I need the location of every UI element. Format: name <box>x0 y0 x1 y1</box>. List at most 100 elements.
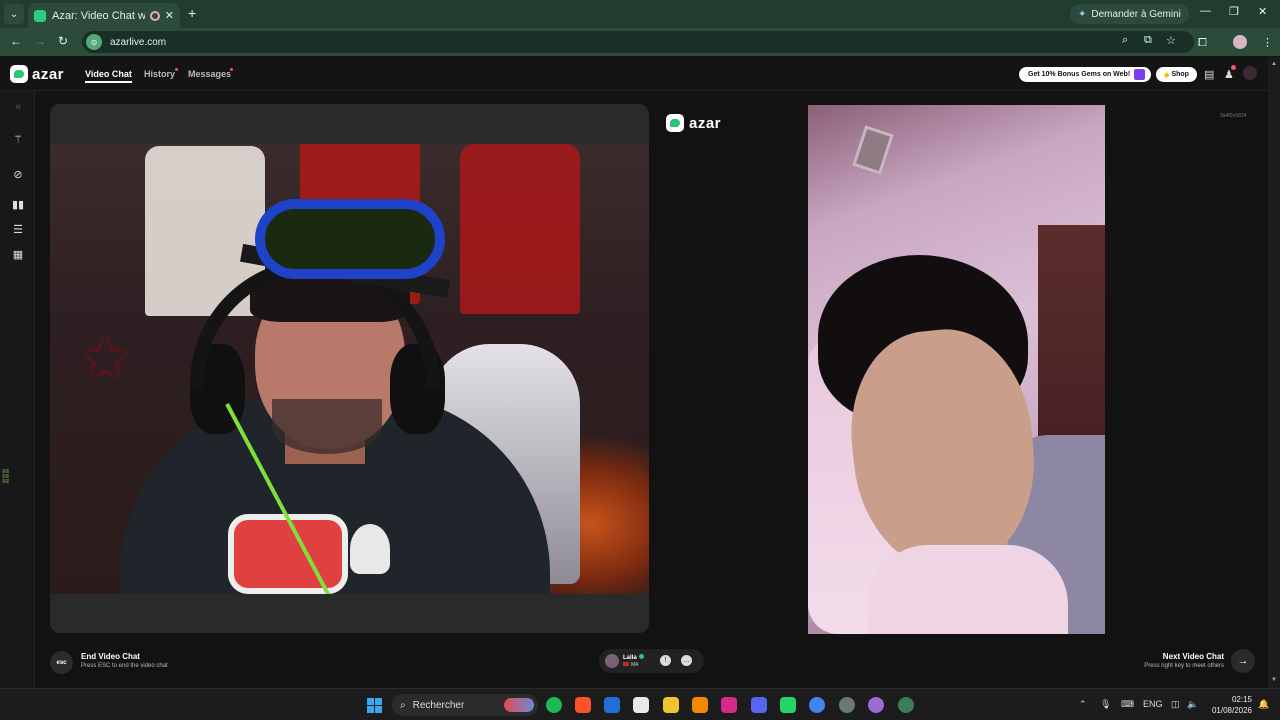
layout-grid-icon[interactable]: ▦ <box>11 248 25 261</box>
browser-menu-icon[interactable]: ⋮ <box>1262 36 1273 49</box>
expand-sidebar-icon[interactable]: » <box>11 101 25 113</box>
store-icon[interactable] <box>633 697 649 713</box>
spotify-icon[interactable] <box>546 697 562 713</box>
layout-side-by-side-icon[interactable]: ▮▮ <box>11 198 25 211</box>
user-avatar[interactable] <box>1243 66 1257 80</box>
microphone-icon[interactable]: 🎙 <box>1100 699 1111 710</box>
end-chat-title: End Video Chat <box>81 652 140 661</box>
defender-icon[interactable] <box>604 697 620 713</box>
nav-video-chat[interactable]: Video Chat <box>85 69 132 83</box>
layout-stacked-icon[interactable]: ☰ <box>11 223 25 236</box>
cast-icon[interactable]: ⧉ <box>1144 34 1152 47</box>
inbox-icon[interactable]: ▤ <box>1204 68 1214 81</box>
scroll-down-icon[interactable]: ▼ <box>1271 677 1277 683</box>
chrome-icon[interactable] <box>809 697 825 713</box>
tab-close-icon[interactable]: ✕ <box>165 9 174 22</box>
wall-switch <box>852 125 894 175</box>
chat-bubble-icon[interactable]: … <box>681 655 692 666</box>
tray-overflow-icon[interactable]: ⌃ <box>1079 699 1087 710</box>
chrome-profile-2-icon[interactable] <box>868 697 884 713</box>
gemini-button[interactable]: ✦ Demander à Gemini <box>1070 4 1189 24</box>
gem-icon: ◆ <box>1164 71 1170 79</box>
magic-wand-icon[interactable]: ⚚ <box>11 133 25 146</box>
file-explorer-icon[interactable] <box>663 697 679 713</box>
discord-icon[interactable] <box>751 697 767 713</box>
restore-icon[interactable]: ❐ <box>1229 5 1239 18</box>
page-scrollbar[interactable]: ▲ ▼ <box>1268 57 1280 688</box>
self-video-frame: ✩ <box>50 104 649 633</box>
search-highlight-image <box>504 698 534 712</box>
peer-info-pill: Lalla MA ! … <box>599 649 704 673</box>
nav-messages[interactable]: Messages <box>188 69 231 79</box>
keyboard-icon[interactable]: ⌨ <box>1121 699 1134 710</box>
peer-avatar[interactable] <box>605 654 619 668</box>
arrow-right-icon: → <box>1237 655 1249 667</box>
effects-icon[interactable]: ⊘ <box>11 168 25 181</box>
morocco-flag-icon <box>623 661 629 666</box>
gemini-spark-icon: ✦ <box>1078 8 1087 20</box>
gemini-label: Demander à Gemini <box>1091 8 1181 20</box>
minimize-icon[interactable]: — <box>1200 5 1211 17</box>
brand-name: azar <box>32 65 65 83</box>
forward-icon[interactable]: → <box>34 34 46 48</box>
back-icon[interactable]: ← <box>10 34 22 48</box>
app-header: azar Video Chat History Messages Get 10%… <box>0 57 1268 91</box>
peer-camera-feed <box>808 105 1105 634</box>
system-clock[interactable]: 02:15 01/08/2026 <box>1206 694 1252 716</box>
room-code: 3a4f2e5874 <box>1220 113 1247 119</box>
azar-logo[interactable]: azar <box>10 65 64 83</box>
verified-icon <box>638 653 644 659</box>
whatsapp-icon[interactable] <box>780 697 796 713</box>
shop-label: Shop <box>1171 71 1189 78</box>
bookmark-star-icon[interactable]: ☆ <box>1166 34 1176 47</box>
windows-start-icon[interactable] <box>367 698 382 713</box>
flag-star-decoration: ✩ <box>80 325 131 392</box>
peer-info: Lalla MA <box>623 653 644 669</box>
new-tab-button[interactable]: + <box>188 5 196 21</box>
wifi-icon[interactable]: ◫ <box>1171 699 1180 710</box>
chrome-profile-icon[interactable] <box>839 697 855 713</box>
shirt-logo <box>350 524 390 574</box>
pink-blanket <box>868 545 1068 634</box>
volume-icon[interactable]: 🔈 <box>1187 699 1198 710</box>
profile-avatar[interactable] <box>1233 35 1247 49</box>
language-indicator[interactable]: ENG <box>1143 699 1163 709</box>
recording-icon <box>149 10 160 21</box>
ski-goggles <box>255 199 445 279</box>
next-chat-button[interactable]: → <box>1231 649 1255 673</box>
watermark-logo-icon <box>666 114 684 132</box>
tab-list-chevron-icon[interactable]: ⌄ <box>4 4 24 24</box>
instagram-icon[interactable] <box>721 697 737 713</box>
azar-favicon-icon <box>34 9 46 22</box>
address-bar: ← → ↻ ⊜ azarlive.com ⌕ ⧉ ☆ ⧠ <box>0 28 1280 56</box>
clock-date: 01/08/2026 <box>1211 706 1252 715</box>
end-chat-button[interactable]: esc <box>50 651 73 674</box>
reload-icon[interactable]: ↻ <box>58 34 68 48</box>
brave-icon[interactable] <box>575 697 591 713</box>
window-close-icon[interactable]: ✕ <box>1258 5 1267 18</box>
bonus-gems-button[interactable]: Get 10% Bonus Gems on Web! <box>1019 67 1151 82</box>
bonus-gems-label: Get 10% Bonus Gems on Web! <box>1028 71 1131 78</box>
vlc-icon[interactable] <box>692 697 708 713</box>
taskbar-search-placeholder: Rechercher <box>412 699 465 711</box>
zoom-icon[interactable]: ⌕ <box>1122 34 1128 47</box>
taskbar-search[interactable]: ⌕ Rechercher <box>392 694 538 716</box>
notification-center-icon[interactable]: 🔔 <box>1258 699 1269 710</box>
extensions-icon[interactable]: ⧠ <box>1198 37 1207 50</box>
url-field[interactable]: ⊜ azarlive.com ⌕ ⧉ ☆ <box>82 31 1194 53</box>
debug-overlay-marks: ≡≡ ≡≡ ≡≡ <box>2 469 10 485</box>
tab-title: Azar: Video Chat with New <box>52 9 145 22</box>
sidebar: » ⚚ ⊘ ▮▮ ☰ ▦ ≡≡ ≡≡ ≡≡ <box>0 91 35 688</box>
site-info-icon[interactable]: ⊜ <box>86 34 102 50</box>
browser-tab[interactable]: Azar: Video Chat with New ✕ <box>28 3 180 28</box>
browser-tab-bar: ⌄ Azar: Video Chat with New ✕ + ✦ Demand… <box>0 0 1280 28</box>
peer-name: Lalla <box>623 654 637 661</box>
notification-badge <box>1231 65 1236 70</box>
scroll-up-icon[interactable]: ▲ <box>1271 61 1277 67</box>
chrome-active-icon[interactable] <box>898 697 914 713</box>
azar-watermark: azar <box>666 114 721 132</box>
shop-button[interactable]: ◆ Shop <box>1156 67 1197 82</box>
nav-history[interactable]: History <box>144 69 175 79</box>
azar-logo-icon <box>10 65 28 83</box>
report-shield-icon[interactable]: ! <box>660 655 671 666</box>
